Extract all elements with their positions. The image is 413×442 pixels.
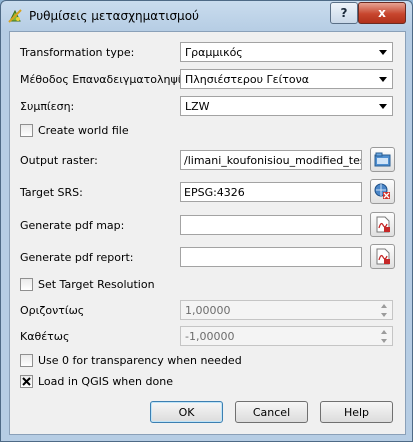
vertical-resolution-label: Καθέτως [20, 330, 70, 343]
projection-globe-icon [374, 183, 390, 199]
title-help-button[interactable]: ? [330, 2, 358, 24]
create-world-file-label: Create world file [38, 124, 129, 137]
resampling-method-value: Πλησιέστερου Γείτονα [185, 73, 310, 86]
transformation-type-combo[interactable]: Γραμμικός [180, 42, 393, 62]
horizontal-resolution-spinbox[interactable]: 1,00000 [180, 300, 393, 320]
spin-up-icon[interactable] [377, 328, 391, 336]
target-srs-select-button[interactable] [370, 179, 395, 204]
chevron-down-icon [375, 44, 391, 60]
pdf-report-browse-button[interactable] [370, 244, 395, 269]
compression-value: LZW [185, 100, 210, 113]
folder-open-icon [374, 152, 391, 167]
help-icon: ? [340, 6, 348, 20]
vertical-resolution-spinbox[interactable]: -1,00000 [180, 326, 393, 346]
chevron-down-icon [375, 98, 391, 114]
use-zero-transparency-label: Use 0 for transparency when needed [38, 354, 242, 367]
transformation-type-value: Γραμμικός [185, 46, 243, 59]
pdf-map-field[interactable] [180, 215, 362, 235]
target-srs-label: Target SRS: [20, 186, 83, 199]
pdf-report-label: Generate pdf report: [20, 251, 134, 264]
spin-down-icon[interactable] [377, 337, 391, 345]
title-close-button[interactable]: x [358, 2, 406, 24]
title-bar[interactable]: Ρυθμίσεις μετασχηματισμού ? x [1, 1, 412, 31]
pdf-file-icon [376, 216, 390, 233]
pdf-file-icon [376, 248, 390, 265]
load-in-qgis-checkbox[interactable] [20, 375, 33, 388]
pdf-report-field[interactable] [180, 247, 362, 267]
set-target-resolution-label: Set Target Resolution [38, 278, 155, 291]
create-world-file-checkbox[interactable] [20, 124, 33, 137]
target-srs-field[interactable]: EPSG:4326 [180, 182, 362, 202]
resampling-method-combo[interactable]: Πλησιέστερου Γείτονα [180, 69, 393, 89]
output-raster-browse-button[interactable] [370, 147, 395, 172]
chevron-down-icon [375, 71, 391, 87]
output-raster-field[interactable]: /limani_koufonisiou_modified_test.tif [180, 150, 362, 170]
spin-up-icon[interactable] [377, 302, 391, 310]
qgis-georeferencer-icon [8, 9, 22, 23]
transformation-settings-dialog: Ρυθμίσεις μετασχηματισμού ? x Transforma… [0, 0, 413, 442]
window-title: Ρυθμίσεις μετασχηματισμού [29, 9, 199, 23]
ok-button[interactable]: OK [150, 401, 223, 423]
use-zero-transparency-checkbox[interactable] [20, 354, 33, 367]
vertical-resolution-value: -1,00000 [185, 330, 235, 343]
horizontal-resolution-value: 1,00000 [185, 304, 231, 317]
resampling-method-label: Μέθοδος Επαναδειγματοληψίας: [20, 73, 199, 86]
checkmark-icon [22, 377, 31, 386]
close-icon: x [378, 6, 386, 20]
compression-label: Συμπίεση: [20, 100, 75, 113]
horizontal-resolution-label: Οριζοντίως [20, 304, 85, 317]
cancel-button[interactable]: Cancel [235, 401, 308, 423]
dialog-body: Transformation type: Γραμμικός Μέθοδος Ε… [9, 31, 406, 435]
compression-combo[interactable]: LZW [180, 96, 393, 116]
help-button[interactable]: Help [320, 401, 393, 423]
set-target-resolution-checkbox[interactable] [20, 278, 33, 291]
spin-down-icon[interactable] [377, 311, 391, 319]
pdf-map-label: Generate pdf map: [20, 219, 125, 232]
output-raster-label: Output raster: [20, 154, 98, 167]
load-in-qgis-label: Load in QGIS when done [38, 375, 173, 388]
pdf-map-browse-button[interactable] [370, 212, 395, 237]
transformation-type-label: Transformation type: [20, 46, 135, 59]
